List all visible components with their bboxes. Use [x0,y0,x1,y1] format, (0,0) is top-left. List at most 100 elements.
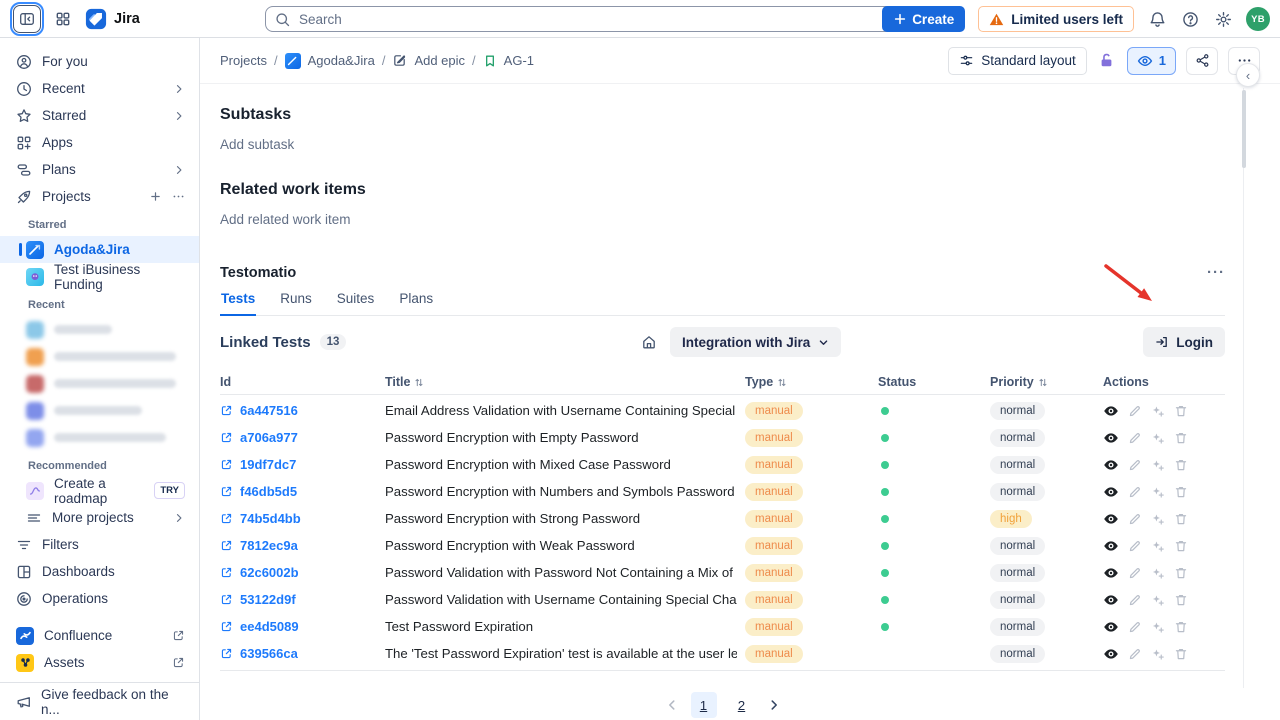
recent-project-item-blurred[interactable] [0,343,199,370]
sidebar-project-test-ibusiness[interactable]: Test iBusiness Funding [0,263,199,290]
projects-more-icon[interactable] [172,190,185,203]
settings-button[interactable] [1213,9,1233,29]
user-avatar[interactable]: YB [1246,7,1270,31]
edit-test-button[interactable] [1128,647,1142,661]
test-id-link[interactable]: 639566ca [240,646,298,661]
tab-plans[interactable]: Plans [398,291,434,315]
sidebar-project-agoda-jira[interactable]: Agoda&Jira [0,236,199,263]
jira-home-link[interactable]: Jira [85,8,140,30]
test-id-link[interactable]: ee4d5089 [240,619,299,634]
test-id-link[interactable]: 7812ec9a [240,538,298,553]
ai-sparkles-button[interactable] [1151,593,1165,607]
view-test-button[interactable] [1103,565,1119,581]
standard-layout-button[interactable]: Standard layout [948,47,1087,75]
delete-test-button[interactable] [1174,566,1188,580]
ai-sparkles-button[interactable] [1151,485,1165,499]
view-test-button[interactable] [1103,457,1119,473]
delete-test-button[interactable] [1174,431,1188,445]
breadcrumb-project[interactable]: Agoda&Jira [308,53,375,68]
ai-sparkles-button[interactable] [1151,512,1165,526]
recent-project-item-blurred[interactable] [0,370,199,397]
collapse-right-panel-button[interactable]: ‹ [1236,63,1260,87]
sidebar-item-dashboards[interactable]: Dashboards [0,558,199,585]
sidebar-item-create-roadmap[interactable]: Create a roadmap TRY [0,477,199,504]
test-id-link[interactable]: 6a447516 [240,403,298,418]
sidebar-item-apps[interactable]: Apps [0,129,199,156]
share-button[interactable] [1186,47,1218,75]
test-id-link[interactable]: f46db5d5 [240,484,297,499]
sidebar-item-more-projects[interactable]: More projects [0,504,199,531]
edit-test-button[interactable] [1128,404,1142,418]
recent-project-item-blurred[interactable] [0,397,199,424]
sidebar-item-projects[interactable]: Projects [0,183,199,210]
global-search[interactable] [265,6,919,32]
view-test-button[interactable] [1103,646,1119,662]
delete-test-button[interactable] [1174,512,1188,526]
delete-test-button[interactable] [1174,458,1188,472]
sidebar-item-assets[interactable]: Assets [0,649,199,676]
tab-runs[interactable]: Runs [279,291,313,315]
edit-test-button[interactable] [1128,485,1142,499]
test-id-link[interactable]: 62c6002b [240,565,299,580]
edit-test-button[interactable] [1128,431,1142,445]
edit-test-button[interactable] [1128,539,1142,553]
app-switcher-button[interactable] [49,5,77,33]
delete-test-button[interactable] [1174,647,1188,661]
view-test-button[interactable] [1103,511,1119,527]
breadcrumb-issue-key[interactable]: AG-1 [504,53,534,68]
delete-test-button[interactable] [1174,404,1188,418]
login-button[interactable]: Login [1143,327,1225,357]
sidebar-item-filters[interactable]: Filters [0,531,199,558]
feedback-button[interactable]: Give feedback on the n... [0,682,199,720]
view-test-button[interactable] [1103,430,1119,446]
edit-test-button[interactable] [1128,593,1142,607]
view-test-button[interactable] [1103,619,1119,635]
delete-test-button[interactable] [1174,539,1188,553]
breadcrumb-projects[interactable]: Projects [220,53,267,68]
limited-users-button[interactable]: Limited users left [978,6,1134,32]
add-subtask-button[interactable]: Add subtask [220,137,1225,152]
add-project-icon[interactable] [149,190,162,203]
create-button[interactable]: Create [882,6,965,32]
edit-test-button[interactable] [1128,620,1142,634]
column-header-priority[interactable]: Priority [990,375,1103,389]
delete-test-button[interactable] [1174,593,1188,607]
edit-test-button[interactable] [1128,458,1142,472]
notifications-button[interactable] [1147,9,1167,29]
pagination-prev-button[interactable] [665,698,679,712]
sidebar-item-recent[interactable]: Recent [0,75,199,102]
view-test-button[interactable] [1103,484,1119,500]
view-test-button[interactable] [1103,403,1119,419]
unlock-button[interactable] [1097,51,1117,71]
search-input[interactable] [297,11,909,28]
ai-sparkles-button[interactable] [1151,458,1165,472]
ai-sparkles-button[interactable] [1151,539,1165,553]
watchers-button[interactable]: 1 [1127,47,1176,75]
ai-sparkles-button[interactable] [1151,431,1165,445]
pagination-page-1[interactable]: 1 [691,692,717,718]
column-header-type[interactable]: Type [745,375,878,389]
testomatio-more-button[interactable]: ··· [1207,264,1225,281]
sidebar-item-operations[interactable]: Operations [0,585,199,612]
test-id-link[interactable]: 74b5d4bb [240,511,301,526]
breadcrumb-add-epic[interactable]: Add epic [414,53,465,68]
tab-suites[interactable]: Suites [336,291,376,315]
ai-sparkles-button[interactable] [1151,404,1165,418]
ai-sparkles-button[interactable] [1151,647,1165,661]
home-button[interactable] [641,334,657,350]
add-related-work-button[interactable]: Add related work item [220,212,1225,227]
sidebar-item-for-you[interactable]: For you [0,48,199,75]
sidebar-toggle-button[interactable] [13,5,41,33]
sidebar-item-starred[interactable]: Starred [0,102,199,129]
test-id-link[interactable]: 19df7dc7 [240,457,296,472]
ai-sparkles-button[interactable] [1151,620,1165,634]
edit-test-button[interactable] [1128,512,1142,526]
pagination-next-button[interactable] [767,698,781,712]
test-id-link[interactable]: 53122d9f [240,592,296,607]
ai-sparkles-button[interactable] [1151,566,1165,580]
recent-project-item-blurred[interactable] [0,316,199,343]
sidebar-item-plans[interactable]: Plans [0,156,199,183]
pagination-page-2[interactable]: 2 [729,692,755,718]
delete-test-button[interactable] [1174,620,1188,634]
recent-project-item-blurred[interactable] [0,424,199,451]
